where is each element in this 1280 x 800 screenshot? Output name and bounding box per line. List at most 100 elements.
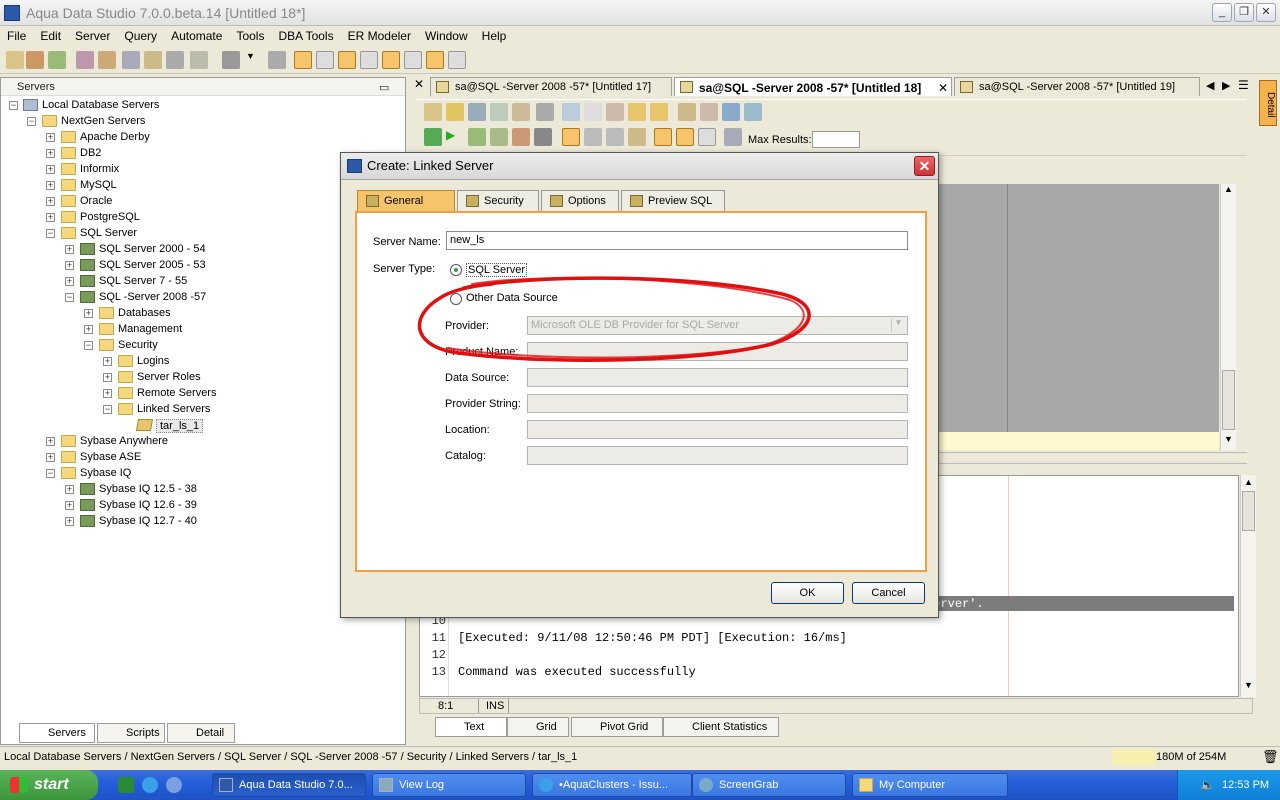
detail-side-tab[interactable]: Detail <box>1259 80 1277 126</box>
expand-icon[interactable]: + <box>65 485 74 494</box>
task-screengrab[interactable]: ScreenGrab <box>692 773 846 797</box>
new-query-icon[interactable] <box>424 103 442 121</box>
tab-scroll-left-icon[interactable]: ◀ <box>1206 79 1214 92</box>
compare-icon[interactable] <box>190 51 208 69</box>
refresh-icon[interactable] <box>98 51 116 69</box>
volume-icon[interactable]: 🔈 <box>1200 778 1215 792</box>
expand-icon[interactable]: + <box>46 181 55 190</box>
product-name-input[interactable] <box>527 342 908 361</box>
execute-edit-icon[interactable] <box>490 128 508 146</box>
data-source-input[interactable] <box>527 368 908 387</box>
expand-icon[interactable]: + <box>65 517 74 526</box>
scroll-down-icon[interactable]: ▼ <box>1221 434 1236 449</box>
replace-icon[interactable] <box>700 103 718 121</box>
results-grid-icon[interactable] <box>654 128 672 146</box>
collapse-icon[interactable]: − <box>46 229 55 238</box>
tree-item[interactable]: − NextGen Servers <box>1 114 401 130</box>
tab-detail[interactable]: Detail <box>167 723 235 743</box>
query-window-icon[interactable] <box>122 51 140 69</box>
expand-icon[interactable]: + <box>103 389 112 398</box>
scroll-up-icon[interactable]: ▲ <box>1221 184 1236 199</box>
results-scroll-thumb[interactable] <box>1242 491 1255 531</box>
provider-select[interactable]: Microsoft OLE DB Provider for SQL Server… <box>527 316 908 335</box>
commit-icon[interactable] <box>584 128 602 146</box>
task-view-log[interactable]: View Log <box>372 773 526 797</box>
lock-icon[interactable] <box>628 128 646 146</box>
query-analyzer-icon[interactable] <box>144 51 162 69</box>
radio-other-data-source[interactable] <box>450 293 462 305</box>
menu-dba-tools[interactable]: DBA Tools <box>271 26 340 43</box>
split-view-icon[interactable] <box>360 51 378 69</box>
new-server-icon[interactable] <box>6 51 24 69</box>
doc-tab-untitled-19[interactable]: sa@SQL -Server 2008 -57* [Untitled 19] <box>954 77 1200 96</box>
tab-security[interactable]: Security <box>457 190 539 211</box>
expand-icon[interactable]: + <box>84 309 93 318</box>
trash-icon[interactable]: 🗑 <box>1262 749 1279 765</box>
scroll-thumb[interactable] <box>1222 370 1235 430</box>
tree-item[interactable]: − Local Database Servers <box>1 98 401 114</box>
max-results-input[interactable] <box>812 131 860 148</box>
task-my-computer[interactable]: My Computer <box>852 773 1008 797</box>
doc-tab-untitled-17[interactable]: sa@SQL -Server 2008 -57* [Untitled 17] <box>430 77 672 96</box>
save-all-icon[interactable] <box>490 103 508 121</box>
menu-file[interactable]: File <box>0 26 33 43</box>
collapse-icon[interactable]: − <box>46 469 55 478</box>
browser-icon[interactable] <box>166 777 182 793</box>
expand-icon[interactable]: + <box>65 245 74 254</box>
rollback-icon[interactable] <box>606 128 624 146</box>
explain-plan-icon[interactable] <box>512 128 530 146</box>
results-text-icon[interactable] <box>676 128 694 146</box>
restore-panel-icon[interactable]: ▭ <box>379 81 389 94</box>
open-file-icon[interactable] <box>446 103 464 121</box>
format-sql-icon[interactable] <box>722 103 740 121</box>
expand-icon[interactable]: + <box>84 325 93 334</box>
window-icon[interactable] <box>448 51 466 69</box>
tab-client-statistics[interactable]: Client Statistics <box>663 717 779 737</box>
execute-icon[interactable] <box>222 51 240 69</box>
expand-icon[interactable]: + <box>103 357 112 366</box>
client-stats-icon[interactable] <box>724 128 742 146</box>
provider-string-input[interactable] <box>527 394 908 413</box>
expand-icon[interactable]: + <box>46 149 55 158</box>
paste-icon[interactable] <box>606 103 624 121</box>
expand-icon[interactable]: + <box>65 277 74 286</box>
execute-icon[interactable]: ▶ <box>446 128 464 146</box>
results-split-icon[interactable] <box>698 128 716 146</box>
results-scrollbar[interactable]: ▲ ▼ <box>1240 475 1256 697</box>
results-scroll-up-icon[interactable]: ▲ <box>1241 477 1256 491</box>
menu-tools[interactable]: Tools <box>229 26 271 43</box>
radio-sql-server[interactable] <box>450 264 462 276</box>
editor-scrollbar[interactable]: ▲ ▼ <box>1220 184 1236 450</box>
edit-server-icon[interactable] <box>26 51 44 69</box>
ie-icon[interactable] <box>142 777 158 793</box>
menu-help[interactable]: Help <box>475 26 514 43</box>
tab-results-grid[interactable]: Grid <box>507 717 569 737</box>
table-view-icon[interactable] <box>316 51 334 69</box>
excel-icon[interactable] <box>118 777 134 793</box>
schema-browser-icon[interactable] <box>166 51 184 69</box>
doc-tab-untitled-18[interactable]: sa@SQL -Server 2008 -57* [Untitled 18] ✕ <box>674 77 952 96</box>
expand-icon[interactable]: + <box>46 133 55 142</box>
print-icon[interactable] <box>268 51 286 69</box>
menu-automate[interactable]: Automate <box>164 26 229 43</box>
close-tab-icon[interactable]: ✕ <box>414 77 428 96</box>
menu-query[interactable]: Query <box>117 26 164 43</box>
layout-icon[interactable] <box>426 51 444 69</box>
tab-scripts[interactable]: Scripts <box>97 723 165 743</box>
tab-general[interactable]: General <box>357 190 455 211</box>
location-input[interactable] <box>527 420 908 439</box>
restore-button[interactable]: ❐ <box>1234 3 1254 22</box>
expand-icon[interactable]: + <box>103 373 112 382</box>
tab-scroll-right-icon[interactable]: ▶ <box>1222 79 1230 92</box>
minimize-button[interactable]: _ <box>1212 3 1232 22</box>
expand-icon[interactable]: + <box>46 213 55 222</box>
execute-all-icon[interactable] <box>424 128 442 146</box>
tab-results-text[interactable]: Text <box>435 717 507 737</box>
form-view-icon[interactable] <box>338 51 356 69</box>
collapse-icon[interactable]: − <box>27 117 36 126</box>
start-button[interactable]: start <box>0 770 98 800</box>
close-window-button[interactable]: ✕ <box>1256 3 1276 22</box>
tab-results-pivot-grid[interactable]: Pivot Grid <box>571 717 663 737</box>
stop-icon[interactable] <box>534 128 552 146</box>
cut-icon[interactable] <box>562 103 580 121</box>
